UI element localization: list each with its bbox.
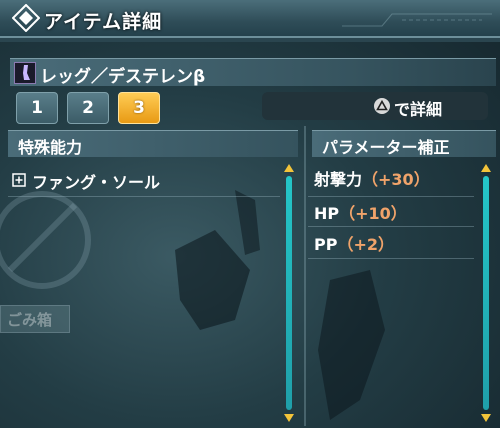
param-name: PP xyxy=(314,235,338,254)
tab-1[interactable]: 1 xyxy=(16,92,58,124)
scroll-thumb[interactable] xyxy=(483,176,489,410)
row-divider xyxy=(8,196,280,197)
scroll-thumb[interactable] xyxy=(286,176,292,410)
item-name: レッグ／デステレンβ xyxy=(40,67,206,87)
param-bonus: （+2） xyxy=(337,235,394,254)
scroll-down-arrow-icon[interactable] xyxy=(481,414,491,422)
expand-plus-icon xyxy=(12,173,26,187)
detail-button[interactable]: で詳細 xyxy=(262,92,488,120)
title-divider xyxy=(0,38,500,42)
scroll-up-arrow-icon[interactable] xyxy=(284,164,294,172)
item-name-bar: レッグ／デステレンβ xyxy=(10,58,496,87)
panel-divider xyxy=(304,126,306,426)
tab-2[interactable]: 2 xyxy=(67,92,109,124)
params-header-label: パラメーター補正 xyxy=(322,138,450,157)
title-decoration xyxy=(342,13,492,27)
background-trash-label: ごみ箱 xyxy=(0,305,70,333)
param-row: 射撃力（+30） xyxy=(314,166,474,194)
params-scrollbar[interactable] xyxy=(481,164,491,422)
params-header: パラメーター補正 xyxy=(312,130,496,157)
window-title: アイテム詳細 xyxy=(44,11,163,33)
param-row: HP（+10） xyxy=(314,200,474,228)
param-bonus: （+10） xyxy=(339,204,407,223)
item-detail-icon xyxy=(12,4,40,32)
param-row: PP（+2） xyxy=(314,231,474,259)
leg-unit-icon xyxy=(14,62,36,84)
param-name: 射撃力 xyxy=(314,170,363,189)
row-divider xyxy=(308,196,474,197)
abilities-header-label: 特殊能力 xyxy=(18,138,83,157)
abilities-header: 特殊能力 xyxy=(8,130,298,157)
row-divider xyxy=(308,258,474,259)
param-bonus: （+30） xyxy=(362,170,430,189)
scroll-down-arrow-icon[interactable] xyxy=(284,414,294,422)
ability-item[interactable]: ファング・ソール xyxy=(12,168,282,196)
triangle-button-icon xyxy=(374,98,390,114)
row-divider xyxy=(308,226,474,227)
detail-button-label: で詳細 xyxy=(394,100,443,119)
param-name: HP xyxy=(314,204,340,223)
ability-name: ファング・ソール xyxy=(32,173,161,192)
title-bar: アイテム詳細 xyxy=(0,0,500,38)
abilities-scrollbar[interactable] xyxy=(284,164,294,422)
scroll-up-arrow-icon[interactable] xyxy=(481,164,491,172)
tab-3[interactable]: 3 xyxy=(118,92,160,124)
